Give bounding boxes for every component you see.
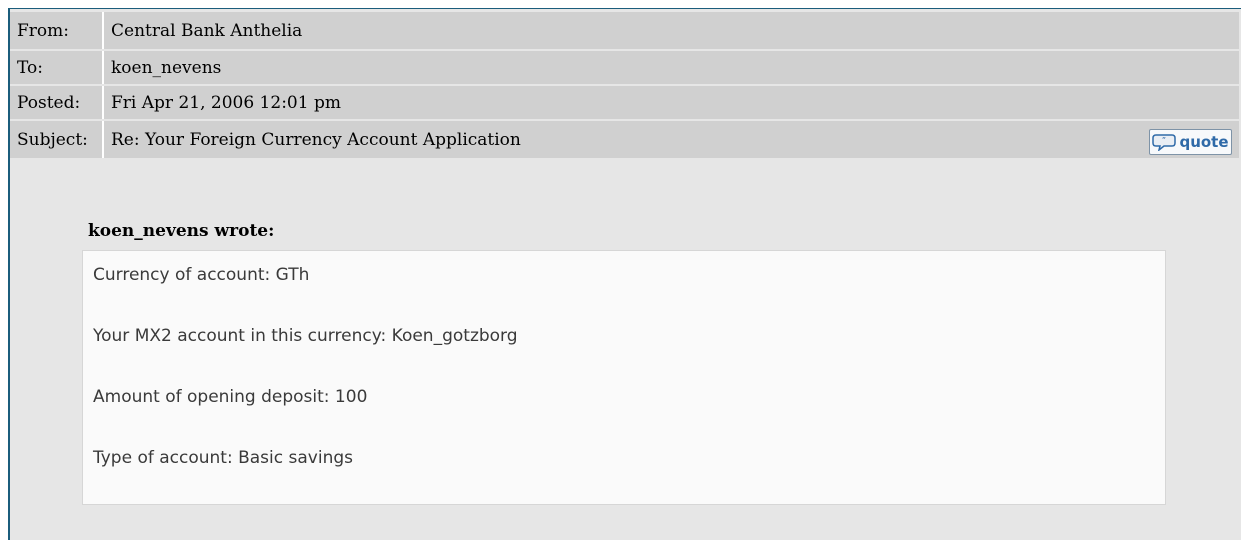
quote-button[interactable]: ” quote: [1149, 129, 1232, 155]
svg-text:”: ”: [1162, 136, 1166, 145]
from-row: From: Central Bank Anthelia: [10, 12, 1239, 49]
to-label: To:: [10, 51, 104, 84]
quote-author: koen_nevens wrote:: [88, 221, 275, 241]
quote-line: Your MX2 account in this currency: Koen_…: [93, 326, 518, 346]
subject-value: Re: Your Foreign Currency Account Applic…: [111, 129, 521, 150]
speech-bubble-icon: ”: [1152, 133, 1177, 152]
subject-label: Subject:: [10, 121, 104, 158]
quote-box: Currency of account: GTh Your MX2 accoun…: [82, 250, 1166, 505]
subject-cell: Re: Your Foreign Currency Account Applic…: [104, 121, 1239, 158]
posted-value: Fri Apr 21, 2006 12:01 pm: [104, 86, 1239, 119]
posted-row: Posted: Fri Apr 21, 2006 12:01 pm: [10, 86, 1239, 119]
from-value: Central Bank Anthelia: [104, 12, 1239, 49]
message-header: From: Central Bank Anthelia To: koen_nev…: [10, 10, 1239, 160]
from-label: From:: [10, 12, 104, 49]
quote-button-label: quote: [1179, 133, 1229, 151]
posted-label: Posted:: [10, 86, 104, 119]
quote-line: Amount of opening deposit: 100: [93, 387, 368, 407]
to-value: koen_nevens: [104, 51, 1239, 84]
quote-line: Currency of account: GTh: [93, 265, 310, 285]
subject-row: Subject: Re: Your Foreign Currency Accou…: [10, 121, 1239, 158]
to-row: To: koen_nevens: [10, 51, 1239, 84]
quote-line: Type of account: Basic savings: [93, 448, 353, 468]
